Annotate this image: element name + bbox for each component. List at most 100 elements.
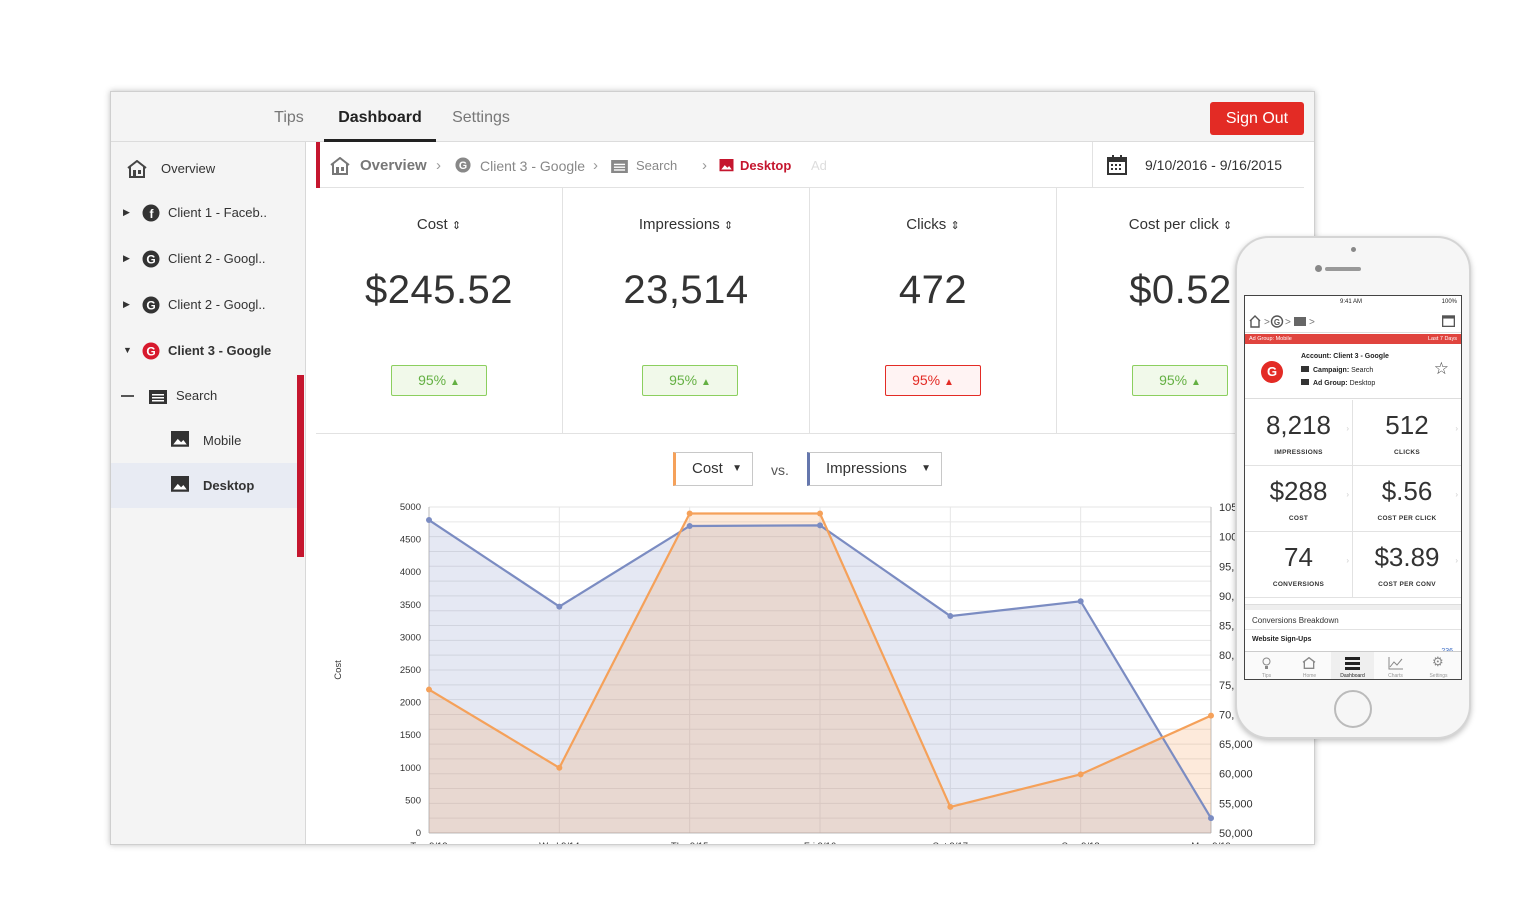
google-icon: G <box>142 250 160 268</box>
caret-right-icon[interactable]: ▶ <box>123 190 130 235</box>
chevron-right-icon: › <box>1455 490 1458 499</box>
metric-value-cost: $245.52 <box>316 268 562 313</box>
phone-context-bar: Ad Group: Mobile Last 7 Days <box>1245 334 1461 344</box>
triangle-up-icon: ▲ <box>450 377 460 388</box>
date-range-picker[interactable]: 9/10/2016 - 9/16/2015 <box>1092 142 1304 188</box>
y-left-tick-label: 4000 <box>400 567 421 578</box>
phone-tab-charts[interactable]: Charts <box>1374 652 1417 680</box>
sidebar-item-client-1[interactable]: ▶ f Client 1 - Faceb.. <box>111 190 304 235</box>
sidebar-item-client-3[interactable]: ▼ G Client 3 - Google <box>111 328 304 373</box>
sidebar-item-desktop[interactable]: Desktop <box>111 463 304 508</box>
cost-point <box>817 511 823 517</box>
y-left-tick-label: 1500 <box>400 730 421 741</box>
cost-point <box>1208 713 1214 719</box>
tab-tips[interactable]: Tips <box>261 92 317 142</box>
metric-label-cost[interactable]: Cost ⇕ <box>316 216 562 233</box>
chevron-right-icon: › <box>1346 424 1349 433</box>
cost-point <box>426 687 432 693</box>
metric-change-badge: 95% ▲ <box>391 365 487 396</box>
y-right-tick-label: 60,000 <box>1219 769 1253 781</box>
phone-stat-cost-per-conv[interactable]: $3.89COST PER CONV› <box>1353 532 1461 598</box>
image-icon <box>1301 379 1309 385</box>
phone-home-button[interactable] <box>1334 690 1372 728</box>
phone-stat-cost[interactable]: $288COST› <box>1245 466 1353 532</box>
metric-change-badge: 95% ▲ <box>1132 365 1228 396</box>
sidebar-item-overview[interactable]: Overview <box>111 146 304 191</box>
vs-label: vs. <box>771 462 789 478</box>
sidebar-item-search-campaign[interactable]: Search <box>111 373 304 418</box>
cost-point <box>947 804 953 810</box>
sort-icon[interactable]: ⇕ <box>950 220 959 232</box>
metric-card-clicks[interactable]: Clicks ⇕ 472 95% ▲ <box>810 188 1057 434</box>
impressions-point <box>817 522 823 528</box>
home-icon <box>127 160 147 178</box>
chart-panel: 0500100015002000250030003500400045005000… <box>316 435 1304 845</box>
sort-icon[interactable]: ⇕ <box>452 220 461 232</box>
list-icon <box>611 160 628 173</box>
x-tick-label: Sat 9/17 <box>933 841 968 845</box>
phone-stat-conversions[interactable]: 74CONVERSIONS› <box>1245 532 1353 598</box>
triangle-up-icon: ▲ <box>701 377 711 388</box>
impressions-point <box>947 613 953 619</box>
sidebar-item-client-2[interactable]: ▶ G Client 2 - Googl.. <box>111 236 304 281</box>
breadcrumb-overview[interactable]: Overview <box>360 142 427 190</box>
breadcrumb-client[interactable]: Client 3 - Google <box>480 142 585 190</box>
metric-card-impressions[interactable]: Impressions ⇕ 23,514 95% ▲ <box>563 188 810 434</box>
y-axis-title: Cost <box>333 660 344 680</box>
phone-tab-dashboard[interactable]: Dashboard <box>1331 652 1374 680</box>
breadcrumb-icons[interactable]: > G > > <box>1249 315 1325 328</box>
svg-text:>: > <box>1264 317 1270 328</box>
chevron-right-icon: › <box>1346 490 1349 499</box>
caret-right-icon[interactable]: ▶ <box>123 236 130 281</box>
sidebar-item-mobile[interactable]: Mobile <box>111 418 304 463</box>
calendar-icon[interactable] <box>1442 314 1455 327</box>
phone-stat-clicks[interactable]: 512CLICKS› <box>1353 400 1461 466</box>
impressions-point <box>1208 815 1214 821</box>
chevron-right-icon: › <box>1455 556 1458 565</box>
sidebar-item-label: Client 1 - Faceb.. <box>168 190 267 235</box>
caret-down-icon: ▼ <box>921 453 931 485</box>
sidebar-item-label: Client 2 - Googl.. <box>168 236 266 281</box>
metric-label-cost-per-click[interactable]: Cost per click ⇕ <box>1057 216 1304 233</box>
y-right-tick-label: 90, <box>1219 591 1234 603</box>
metric-label-clicks[interactable]: Clicks ⇕ <box>810 216 1056 233</box>
svg-text:>: > <box>1309 317 1315 328</box>
sort-icon[interactable]: ⇕ <box>724 220 733 232</box>
breadcrumb-accent <box>316 142 320 188</box>
caret-right-icon[interactable]: ▶ <box>123 282 130 327</box>
tab-settings[interactable]: Settings <box>443 92 519 142</box>
phone-stat-cost-per-click[interactable]: $.56COST PER CLICK› <box>1353 466 1461 532</box>
tab-dashboard[interactable]: Dashboard <box>324 92 436 142</box>
list-icon <box>149 388 167 406</box>
facebook-icon: f <box>142 204 160 222</box>
phone-tab-home[interactable]: Home <box>1288 652 1331 680</box>
google-icon: G <box>455 157 471 173</box>
metric-card-cost[interactable]: Cost ⇕ $245.52 95% ▲ <box>316 188 563 434</box>
right-metric-select[interactable]: Impressions▼ <box>807 452 942 486</box>
left-metric-select[interactable]: Cost▼ <box>673 452 753 486</box>
phone-sensor <box>1351 247 1356 252</box>
y-right-tick-label: 70, <box>1219 709 1234 721</box>
collapse-dash-icon[interactable] <box>121 395 134 397</box>
home-icon[interactable] <box>330 157 350 175</box>
chevron-right-icon: › <box>702 142 707 190</box>
home-icon <box>1302 657 1316 669</box>
conversions-title: Conversions Breakdown <box>1252 616 1339 625</box>
calendar-icon <box>1107 155 1127 175</box>
phone-stat-impressions[interactable]: 8,218IMPRESSIONS› <box>1245 400 1353 466</box>
sidebar-item-client-2b[interactable]: ▶ G Client 2 - Googl.. <box>111 282 304 327</box>
metric-label-impressions[interactable]: Impressions ⇕ <box>563 216 809 233</box>
phone-tab-settings[interactable]: ⚙ Settings <box>1417 652 1460 680</box>
date-range-text: 9/10/2016 - 9/16/2015 <box>1145 142 1282 188</box>
breadcrumb-campaign[interactable]: Search <box>636 142 677 190</box>
y-right-tick-label: 95, <box>1219 561 1234 573</box>
star-icon[interactable]: ☆ <box>1434 359 1449 379</box>
y-left-tick-label: 4500 <box>400 535 421 546</box>
caret-down-icon[interactable]: ▼ <box>123 328 132 373</box>
sort-icon[interactable]: ⇕ <box>1223 220 1232 232</box>
breadcrumb-ad-group[interactable]: Desktop <box>740 142 791 190</box>
sign-out-button[interactable]: Sign Out <box>1210 102 1304 135</box>
y-left-tick-label: 2500 <box>400 665 421 676</box>
metric-change-badge: 95% ▲ <box>885 365 981 396</box>
phone-tab-tips[interactable]: Tips <box>1245 652 1288 680</box>
